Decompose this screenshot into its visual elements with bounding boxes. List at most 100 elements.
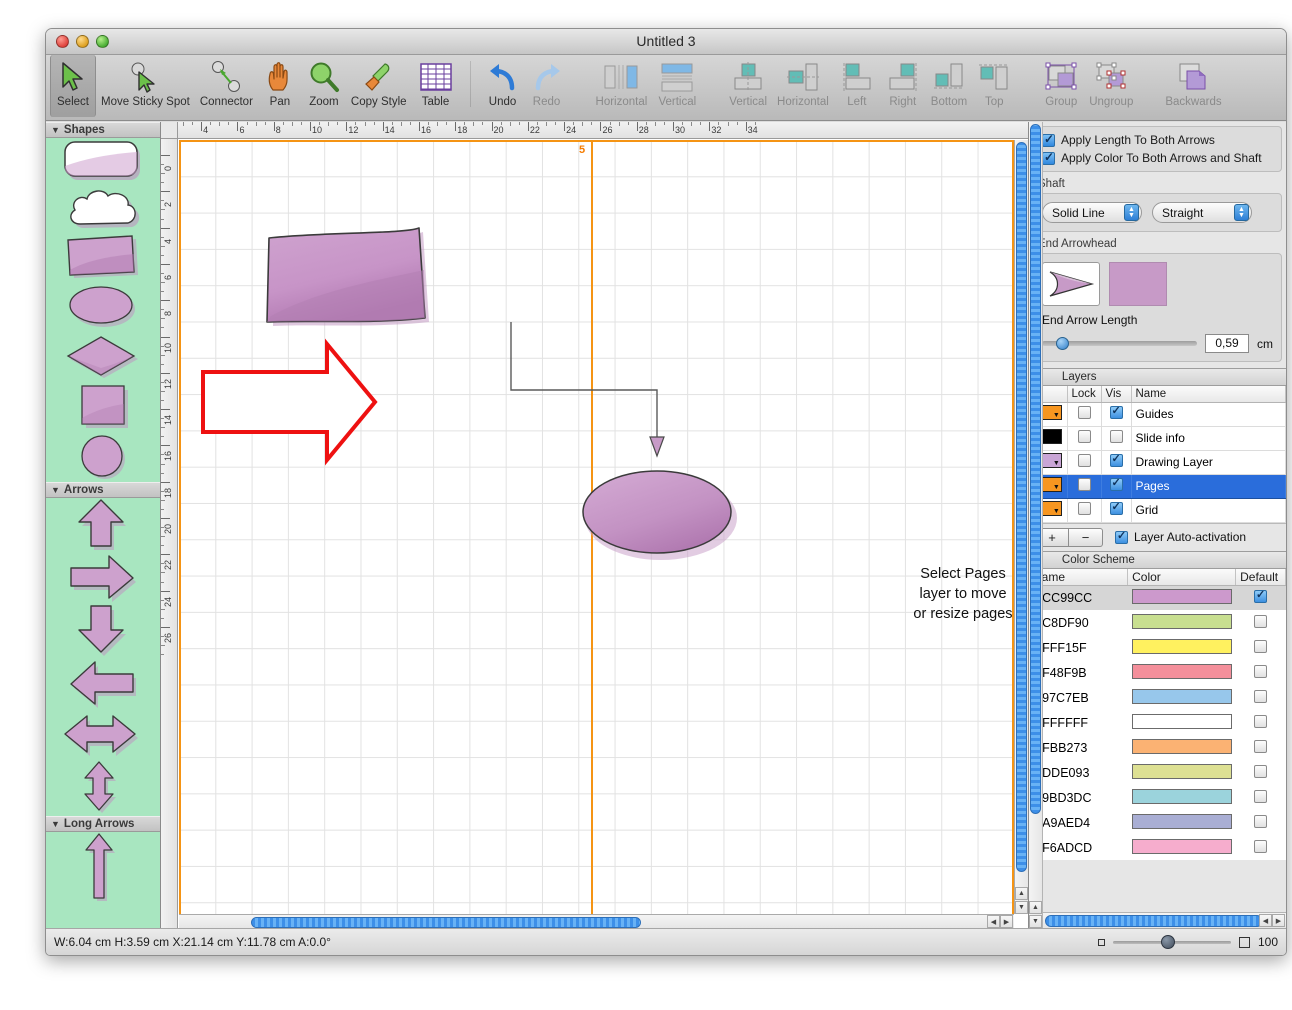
layer-name-cell[interactable]: Slide info [1131,426,1286,451]
toolbar-button-bottom-15[interactable]: Bottom [926,55,972,117]
palette-section-arrows[interactable]: ▼ Arrows [46,482,160,498]
toolbar-button-copy-style-5[interactable]: Copy Style [346,55,412,117]
layer-name-cell[interactable]: Grid [1131,498,1286,523]
cs-color-cell[interactable] [1127,635,1236,660]
cs-color-cell[interactable] [1127,785,1236,810]
canvas-area[interactable]: 4 6 8 10 12 14 16 18 20 22 24 26 28 30 32 34 0 2 4 6 8 10 12 1… [161,122,1028,928]
cs-name-cell[interactable]: ▶F48F9B [1029,660,1128,685]
toolbar-button-left-13[interactable]: Left [834,55,880,117]
end-arrow-length-input[interactable]: 0,59 [1205,334,1249,353]
layer-vis-checkbox[interactable] [1109,452,1123,467]
scroll-up-arrow-icon[interactable]: ▲ [1015,887,1028,900]
table-row[interactable]: ▼ Guides [1029,402,1286,427]
layer-name-cell[interactable]: Drawing Layer [1131,450,1286,475]
arrowhead-color-swatch[interactable] [1109,262,1167,306]
table-row[interactable]: ▶C8DF90 [1029,610,1286,635]
color-scheme-horizontal-scrollbar[interactable]: ◀ ▶ [1043,912,1286,928]
layer-vis-cell[interactable] [1101,474,1132,499]
layer-vis-cell[interactable] [1101,402,1132,427]
zoom-slider[interactable] [1112,934,1231,949]
palette-arrow-left-shape[interactable] [46,658,160,710]
cs-color-swatch[interactable] [1131,838,1232,854]
palette-cloud-shape[interactable] [46,182,160,232]
table-row[interactable]: ▼ Pages [1029,474,1286,499]
vertical-ruler[interactable]: 0 2 4 6 8 10 12 14 16 18 20 22 24 26 [161,139,178,928]
cs-default-cell[interactable] [1235,685,1286,710]
shaft-style-select[interactable]: Solid Line ▲ ▼ [1042,202,1142,223]
cs-color-cell[interactable] [1127,835,1236,860]
table-row[interactable]: ▶F48F9B [1029,660,1286,685]
layer-lock-cell[interactable] [1067,402,1102,427]
table-row[interactable]: ▶FFF15F [1029,635,1286,660]
scroll-down-arrow-icon[interactable]: ▼ [1029,915,1042,928]
layer-lock-checkbox[interactable] [1077,454,1091,467]
toolbar-button-redo-8[interactable]: Redo [525,55,569,117]
toolbar-button-group-17[interactable]: Group [1038,55,1084,117]
table-row[interactable]: ▼ Drawing Layer [1029,450,1286,475]
scroll-left-arrow-icon[interactable]: ◀ [1259,914,1272,927]
cs-color-swatch[interactable] [1131,813,1232,829]
chevron-down-icon[interactable]: ▼ [1053,508,1060,515]
cs-default-checkbox[interactable] [1254,664,1268,678]
cs-name-cell[interactable]: ▶FBB273 [1029,735,1128,760]
cs-color-swatch[interactable] [1131,788,1232,804]
cs-default-checkbox[interactable] [1254,689,1268,703]
cs-name-cell[interactable]: ▶A9AED4 [1029,810,1128,835]
cs-default-cell[interactable] [1235,585,1286,610]
layer-lock-cell[interactable] [1067,450,1102,475]
cs-color-cell[interactable] [1127,685,1236,710]
zoom-control[interactable]: 100 [1097,934,1278,949]
toolbar-button-select-0[interactable]: Select [50,55,96,117]
cs-color-cell[interactable] [1127,760,1236,785]
color-scheme-panel-header[interactable]: ▼ Color Scheme [1029,550,1286,569]
cs-default-checkbox[interactable] [1254,588,1268,603]
palette-ellipse-shape[interactable] [46,282,160,332]
horizontal-ruler[interactable]: 4 6 8 10 12 14 16 18 20 22 24 26 28 30 32 34 [161,122,1028,139]
cs-name-cell[interactable]: ▶DDE093 [1029,760,1128,785]
toolbar-button-connector-2[interactable]: Connector [195,55,258,117]
scroll-right-arrow-icon[interactable]: ▶ [1272,914,1285,927]
disclosure-triangle-icon[interactable]: ▼ [51,819,60,829]
chevron-down-icon[interactable]: ▼ [1053,460,1060,467]
layer-lock-cell[interactable] [1067,498,1102,523]
layers-panel-header[interactable]: ▼ Layers [1029,368,1286,386]
cs-color-swatch[interactable] [1131,588,1232,604]
cs-hscroll-thumb[interactable] [1045,915,1263,927]
palette-rectangle-shape[interactable] [46,232,160,282]
canvas-horizontal-scrollbar[interactable]: ◀ ▶ [179,914,1014,928]
cs-default-checkbox[interactable] [1254,614,1268,628]
zoom-slider-knob[interactable] [1160,934,1175,949]
layer-name-cell[interactable]: Pages [1131,474,1286,499]
table-row[interactable]: ▼ Grid [1029,498,1286,523]
layer-auto-activation-checkbox[interactable] [1115,529,1128,544]
disclosure-triangle-icon[interactable]: ▼ [51,485,60,495]
layer-lock-checkbox[interactable] [1077,502,1091,515]
layer-lock-checkbox[interactable] [1077,430,1091,443]
cs-default-cell[interactable] [1235,635,1286,660]
table-row[interactable]: Slide info [1029,426,1286,451]
cs-default-cell[interactable] [1235,785,1286,810]
cs-color-swatch[interactable] [1131,663,1232,679]
toolbar-button-zoom-4[interactable]: Zoom [302,55,346,117]
scroll-left-arrow-icon[interactable]: ◀ [987,915,1000,928]
palette-arrow-left-right-shape[interactable] [46,710,160,760]
toolbar-button-vertical-10[interactable]: Vertical [652,55,702,117]
apply-length-checkbox[interactable] [1042,132,1055,147]
layer-lock-cell[interactable] [1067,474,1102,499]
layer-vis-checkbox[interactable] [1109,430,1123,443]
cs-color-cell[interactable] [1127,660,1236,685]
chevron-down-icon[interactable]: ▼ [1053,412,1060,419]
cs-default-checkbox[interactable] [1254,814,1268,828]
cs-color-swatch[interactable] [1131,613,1232,629]
cs-color-swatch[interactable] [1131,688,1232,704]
cs-default-cell[interactable] [1235,760,1286,785]
slider-knob[interactable] [1056,337,1069,350]
cs-name-cell[interactable]: ▶97C7EB [1029,685,1128,710]
layer-name-cell[interactable]: Guides [1131,402,1286,427]
toolbar-button-undo-7[interactable]: Undo [481,55,525,117]
cs-default-cell[interactable] [1235,610,1286,635]
cs-color-cell[interactable] [1127,610,1236,635]
cs-color-swatch[interactable] [1131,638,1232,654]
cs-color-swatch[interactable] [1131,738,1232,754]
cs-color-cell[interactable] [1127,810,1236,835]
